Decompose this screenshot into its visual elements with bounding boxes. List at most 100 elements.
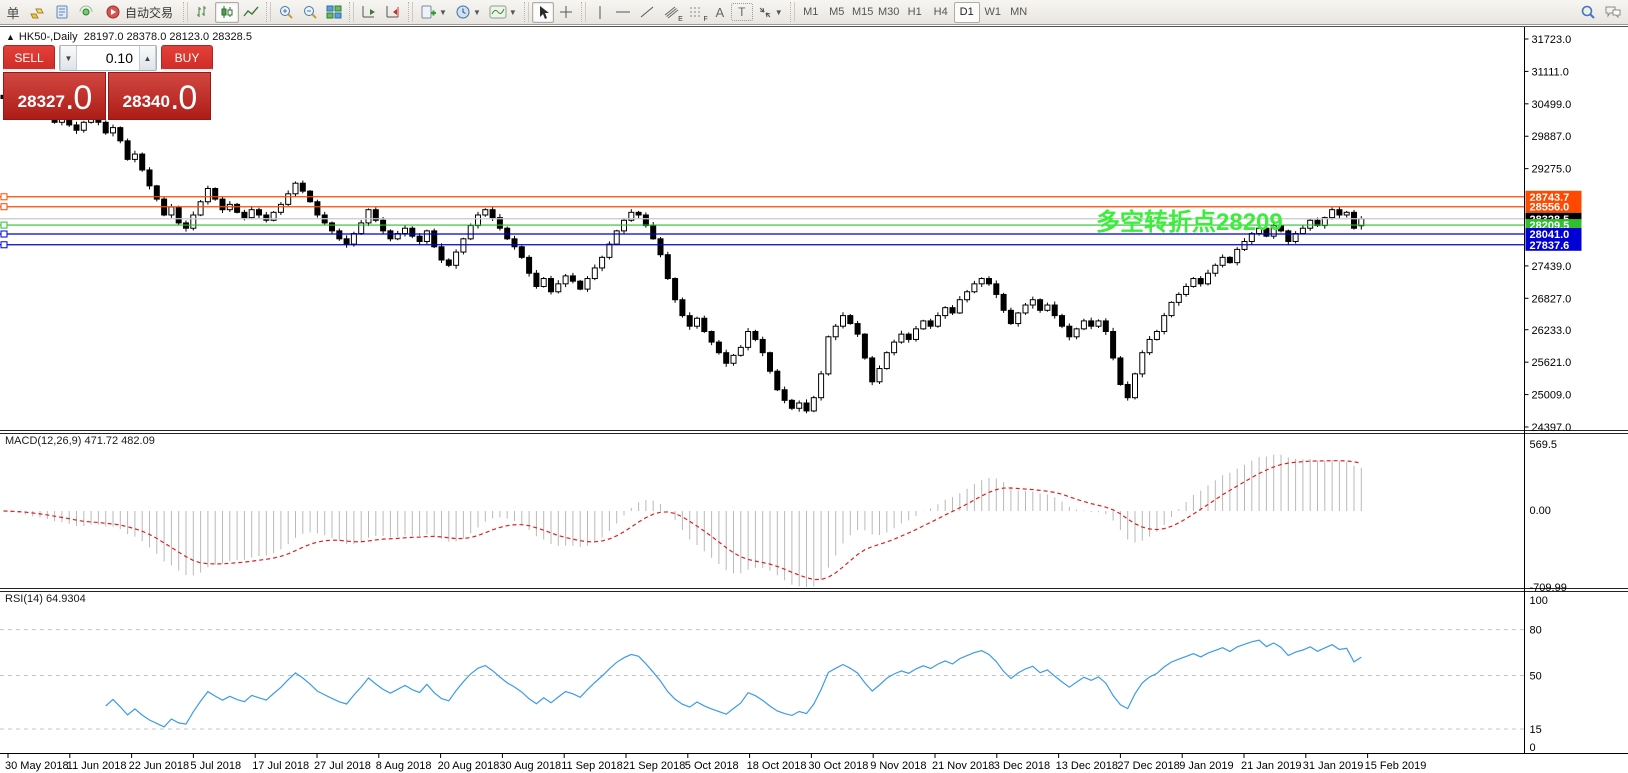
vertical-line-tool-icon[interactable] (589, 2, 611, 23)
volume-increase-button[interactable]: ▲ (139, 46, 156, 70)
candle (789, 400, 794, 408)
candle (1111, 331, 1116, 357)
crosshair-glyph (558, 4, 574, 20)
candle (424, 231, 429, 242)
candle (892, 342, 897, 353)
volume-input[interactable]: 0.10 (77, 46, 139, 70)
rsi-layer (0, 630, 1524, 729)
zoom-in-icon[interactable] (274, 2, 298, 23)
toolbar-separator (408, 2, 413, 22)
timeframe-w1[interactable]: W1 (980, 2, 1006, 23)
candle (132, 154, 137, 159)
fibonacci-tool-icon[interactable]: F (684, 2, 709, 23)
timeframe-m5[interactable]: M5 (824, 2, 850, 23)
candles-layer (1, 94, 1364, 413)
candle (665, 255, 670, 279)
candle (775, 371, 780, 390)
svg-text:29275.0: 29275.0 (1532, 164, 1572, 176)
svg-text:30499.0: 30499.0 (1532, 99, 1572, 111)
candle (410, 228, 415, 236)
candle (987, 279, 992, 284)
order-button[interactable]: 单 (2, 2, 24, 23)
candle (1001, 294, 1006, 310)
volume-decrease-button[interactable]: ▼ (60, 46, 77, 70)
news-icon[interactable] (50, 2, 74, 23)
candle (724, 353, 729, 364)
buy-price-int: 28340 (123, 89, 170, 115)
channel-tool-icon[interactable]: E (659, 2, 684, 23)
tile-windows-icon[interactable] (322, 2, 346, 23)
timeframe-h1[interactable]: H1 (902, 2, 928, 23)
line-handle[interactable] (1, 204, 7, 210)
zoom-out-icon[interactable] (298, 2, 322, 23)
chat-glyph (1604, 4, 1622, 20)
trendline-tool-icon[interactable] (635, 2, 659, 23)
bar-chart-icon[interactable] (191, 2, 215, 23)
line-handle[interactable] (1, 242, 7, 248)
toolbar-separator (183, 2, 188, 22)
candle (205, 189, 210, 202)
candle (1308, 220, 1313, 228)
line-handle[interactable] (1, 194, 7, 200)
price-chart[interactable]: 多空转折点2820931723.031111.030499.029887.029… (0, 27, 1628, 773)
timeframe-m30[interactable]: M30 (876, 2, 902, 23)
indicators-icon[interactable]: ▼ (485, 2, 521, 23)
collapse-panel-icon[interactable]: ▲ (6, 32, 15, 42)
autotrade-button[interactable]: 自动交易 (98, 2, 180, 23)
crosshair-icon[interactable] (554, 2, 578, 23)
candle (1045, 305, 1050, 310)
chat-icon[interactable] (1600, 2, 1626, 23)
timeframe-m15[interactable]: M15 (850, 2, 876, 23)
chart-window[interactable]: 多空转折点2820931723.031111.030499.029887.029… (0, 26, 1628, 772)
svg-text:3 Dec 2018: 3 Dec 2018 (994, 760, 1050, 772)
search-icon[interactable] (1576, 2, 1600, 23)
svg-text:9 Nov 2018: 9 Nov 2018 (870, 760, 926, 772)
candle (965, 292, 970, 300)
annotation-text[interactable]: 多空转折点28209 (1096, 208, 1283, 236)
trendline-glyph (639, 5, 655, 19)
signal-icon[interactable] (74, 2, 98, 23)
candle (957, 300, 962, 313)
chart-shift-glyph (385, 5, 401, 19)
buy-button[interactable]: BUY (161, 45, 213, 71)
sell-button[interactable]: SELL (3, 45, 55, 71)
horizontal-line-tool-icon[interactable] (611, 2, 635, 23)
candle (826, 337, 831, 374)
line-chart-icon[interactable] (239, 2, 263, 23)
sell-price-button[interactable]: 28327 .0 (3, 72, 106, 120)
candle (366, 210, 371, 223)
timeframe-h4[interactable]: H4 (928, 2, 954, 23)
svg-text:30 Aug 2018: 30 Aug 2018 (499, 760, 561, 772)
candle (658, 239, 663, 255)
candle (687, 316, 692, 327)
autoscroll-icon[interactable] (357, 2, 381, 23)
chart-shift-icon[interactable] (381, 2, 405, 23)
candle (388, 231, 393, 239)
timeframe-m1[interactable]: M1 (798, 2, 824, 23)
main-toolbar: 单 自动交易 (0, 0, 1628, 25)
timeframe-d1[interactable]: D1 (954, 2, 980, 23)
toolbar-separator (266, 2, 271, 22)
new-order-icon[interactable]: ▼ (416, 2, 451, 23)
zoom-out-glyph (302, 4, 318, 20)
candle (585, 279, 590, 290)
buy-price-frac: .0 (170, 81, 196, 115)
period-clock-icon[interactable]: ▼ (451, 2, 485, 23)
candle (1184, 286, 1189, 294)
cursor-icon[interactable] (532, 2, 554, 23)
candlestick-chart-icon[interactable] (215, 2, 239, 23)
svg-text:11 Sep 2018: 11 Sep 2018 (561, 760, 623, 772)
candle (862, 334, 867, 358)
buy-price-button[interactable]: 28340 .0 (108, 72, 211, 120)
line-handle[interactable] (1, 231, 7, 237)
date-axis-labels: 30 May 201811 Jun 201822 Jun 20185 Jul 2… (5, 754, 1426, 773)
line-handle[interactable] (1, 222, 7, 228)
dropdown-caret: ▼ (775, 8, 783, 17)
svg-text:5 Jul 2018: 5 Jul 2018 (190, 760, 241, 772)
svg-text:27 Dec 2018: 27 Dec 2018 (1117, 760, 1179, 772)
timeframe-mn[interactable]: MN (1006, 2, 1032, 23)
gold-icon[interactable] (24, 2, 50, 23)
label-tool-icon[interactable]: T (731, 3, 753, 21)
shapes-tool-icon[interactable]: ▼ (753, 2, 787, 23)
text-tool-icon[interactable]: A (709, 2, 731, 23)
